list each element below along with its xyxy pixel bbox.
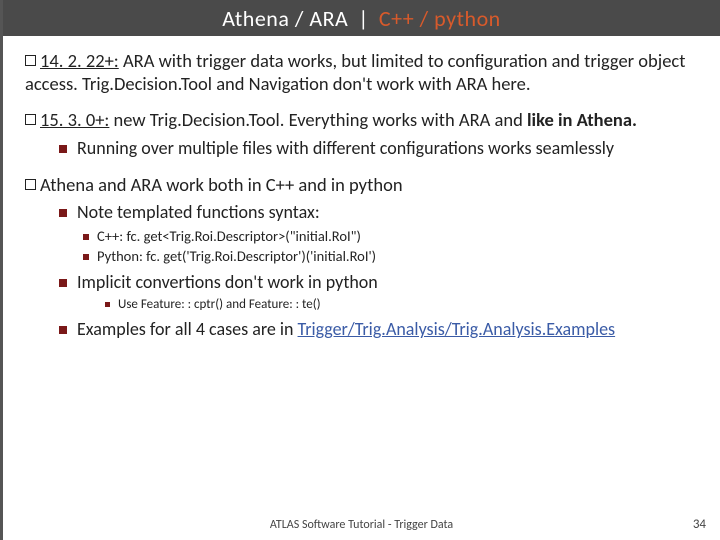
title-separator: | bbox=[358, 5, 369, 32]
small-square-icon bbox=[59, 279, 67, 287]
bullet-level4: Use Feature: : cptr() and Feature: : te(… bbox=[105, 297, 698, 313]
square-bullet-icon bbox=[25, 55, 36, 66]
examples-link[interactable]: Trigger/Trig.Analysis/Trig.Analysis.Exam… bbox=[298, 318, 616, 340]
bullet3a-text: C++: fc. get<Trig.Roi.Descriptor>("initi… bbox=[97, 228, 361, 246]
bullet-level2: Running over multiple files with differe… bbox=[59, 138, 698, 160]
micro-square-icon bbox=[105, 302, 110, 307]
slide: Athena / ARA | C++ / python 14. 2. 22+: … bbox=[0, 0, 720, 540]
bullet2b-text: Note templated functions syntax: bbox=[77, 202, 320, 224]
bullet1b-bold: like in Athena. bbox=[527, 108, 637, 131]
slide-content: 14. 2. 22+: ARA with trigger data works,… bbox=[3, 36, 720, 540]
bullet1a-prefix: 14. 2. 22+: bbox=[40, 49, 119, 72]
bullet2c-text: Implicit convertions don't work in pytho… bbox=[77, 272, 378, 294]
bullet1b-prefix: 15. 3. 0+: bbox=[40, 108, 109, 131]
bullet1a-text: ARA with trigger data works, but limited… bbox=[25, 49, 685, 95]
square-bullet-icon bbox=[25, 179, 36, 190]
small-square-icon bbox=[59, 326, 67, 334]
tiny-square-icon bbox=[83, 254, 89, 260]
bullet-level1: Athena and ARA work both in C++ and in p… bbox=[25, 174, 698, 342]
bullet-level3: C++: fc. get<Trig.Roi.Descriptor>("initi… bbox=[83, 228, 698, 246]
title-right: C++ / python bbox=[379, 5, 501, 32]
bullet2d-pre: Examples for all 4 cases are in bbox=[77, 318, 298, 340]
bullet-level2: Examples for all 4 cases are in Trigger/… bbox=[59, 319, 698, 341]
title-bar: Athena / ARA | C++ / python bbox=[3, 0, 720, 36]
bullet3b-text: Python: fc. get('Trig.Roi.Descriptor')('… bbox=[97, 248, 376, 266]
bullet-level2: Note templated functions syntax: bbox=[59, 202, 698, 224]
title-left: Athena / ARA bbox=[222, 5, 348, 32]
footer-text: ATLAS Software Tutorial - Trigger Data bbox=[3, 518, 720, 532]
square-bullet-icon bbox=[25, 114, 36, 125]
bullet-level1: 15. 3. 0+: new Trig.Decision.Tool. Every… bbox=[25, 109, 698, 160]
page-number: 34 bbox=[693, 517, 706, 532]
small-square-icon bbox=[59, 145, 67, 153]
bullet-level2: Implicit convertions don't work in pytho… bbox=[59, 272, 698, 294]
bullet1c-text: Athena and ARA work both in C++ and in p… bbox=[40, 173, 403, 196]
bullet-level1: 14. 2. 22+: ARA with trigger data works,… bbox=[25, 50, 698, 95]
bullet1b-text-pre: new Trig.Decision.Tool. Everything works… bbox=[109, 108, 527, 131]
small-square-icon bbox=[59, 209, 67, 217]
bullet-level3: Python: fc. get('Trig.Roi.Descriptor')('… bbox=[83, 248, 698, 266]
bullet2a-text: Running over multiple files with differe… bbox=[77, 138, 614, 160]
bullet4a-text: Use Feature: : cptr() and Feature: : te(… bbox=[118, 297, 321, 313]
tiny-square-icon bbox=[83, 234, 89, 240]
